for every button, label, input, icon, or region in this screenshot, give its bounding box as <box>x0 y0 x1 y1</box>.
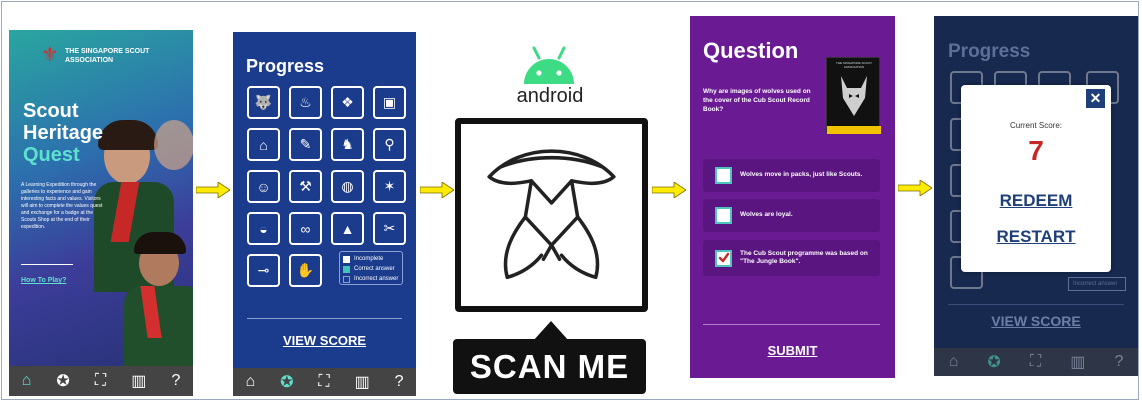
legend-incomplete: Incomplete <box>343 254 399 264</box>
arrow-right-icon <box>898 180 932 196</box>
badge-icon[interactable]: ✪ <box>56 371 69 391</box>
close-icon[interactable]: ✕ <box>1086 89 1105 108</box>
campfire-tile[interactable]: ♨ <box>289 86 322 119</box>
neckerchief-tile[interactable]: ✂ <box>373 212 406 245</box>
score-modal: ✕ Current Score: 7 REDEEM RESTART <box>961 85 1111 272</box>
submit-button[interactable]: SUBMIT <box>690 343 895 358</box>
help-icon[interactable]: ? <box>1114 353 1123 371</box>
home-icon[interactable]: ⌂ <box>949 353 959 371</box>
map-icon[interactable]: ▥ <box>131 371 146 391</box>
home-icon[interactable]: ⌂ <box>245 373 255 391</box>
score-value: 7 <box>1028 135 1044 166</box>
arrow-right-icon <box>420 182 454 198</box>
help-icon[interactable]: ? <box>171 372 180 390</box>
map-icon[interactable]: ▥ <box>355 372 370 392</box>
checkbox-option-3[interactable] <box>715 249 732 267</box>
bottom-nav: ⌂ ✪ ⛶ ▥ ? <box>934 348 1138 376</box>
legend: Incomplete Correct answer Incorrect answ… <box>339 251 403 285</box>
hand-tile[interactable]: ✋ <box>289 254 322 287</box>
animal-tile[interactable]: ♞ <box>331 128 364 161</box>
divider <box>703 324 880 325</box>
scout-logo-icon: ⚜ <box>41 44 59 66</box>
question-text: Why are images of wolves used on the cov… <box>703 88 811 113</box>
checkbox-option-2[interactable] <box>715 207 732 224</box>
legend-fragment: Incorrect answer <box>1068 277 1126 291</box>
whistle-tile[interactable]: ⊸ <box>247 254 280 287</box>
home-screen: ⚜ THE SINGAPORE SCOUT ASSOCIATION Scout … <box>9 30 193 396</box>
scan-icon[interactable]: ⛶ <box>95 372 106 390</box>
wolf-tile[interactable]: 🐺 <box>247 86 280 119</box>
bottom-nav: ⌂ ✪ ⛶ ▥ ? <box>9 366 193 396</box>
answer-option-3[interactable]: The Cub Scout programme was based on "Th… <box>703 240 880 276</box>
tent-tile[interactable]: ▲ <box>331 212 364 245</box>
legend-correct: Correct answer <box>343 264 399 274</box>
divider <box>21 264 73 265</box>
map-tile[interactable]: ✎ <box>289 128 322 161</box>
title-line-2: Heritage <box>23 122 104 144</box>
option-3-text: The Cub Scout programme was based on "Th… <box>740 249 868 265</box>
scan-me-button[interactable]: SCAN ME <box>453 339 646 394</box>
view-score-button[interactable]: VIEW SCORE <box>934 313 1138 329</box>
view-score-button[interactable]: VIEW SCORE <box>233 333 416 348</box>
checkmark-icon <box>718 252 729 263</box>
android-label: android <box>516 85 584 107</box>
map-icon[interactable]: ▥ <box>1070 352 1085 372</box>
progress-title: Progress <box>948 41 1031 62</box>
broom-tile[interactable]: ⚒ <box>289 170 322 203</box>
arrow-right-icon <box>196 182 230 198</box>
bottom-nav: ⌂ ✪ ⛶ ▥ ? <box>233 368 416 396</box>
android-robot-icon <box>524 46 574 84</box>
qr-frame <box>455 118 648 312</box>
checkbox-option-1[interactable] <box>715 167 732 184</box>
divider <box>948 304 1124 305</box>
fire-tile[interactable]: ✶ <box>373 170 406 203</box>
group-tile[interactable]: ☺ <box>247 170 280 203</box>
question-title: Question <box>703 38 799 63</box>
scarf-tile[interactable]: ❖ <box>331 86 364 119</box>
badge-icon[interactable]: ✪ <box>280 372 293 392</box>
progress-title: Progress <box>246 56 325 76</box>
arrow-right-icon <box>652 182 686 198</box>
scan-icon[interactable]: ⛶ <box>318 373 329 391</box>
legend-incorrect: Incorrect answer <box>343 274 399 284</box>
answer-option-1[interactable]: Wolves move in packs, just like Scouts. <box>703 159 880 192</box>
help-icon[interactable]: ? <box>395 373 404 391</box>
divider <box>247 318 402 319</box>
home-icon[interactable]: ⌂ <box>22 372 32 390</box>
org-name: THE SINGAPORE SCOUT ASSOCIATION <box>65 48 150 64</box>
home-description: A Learning Expedition through the galler… <box>21 182 103 230</box>
speech-pointer <box>533 321 569 341</box>
option-2-text: Wolves are loyal. <box>740 211 793 219</box>
globe-tile[interactable]: ◍ <box>331 170 364 203</box>
building-tile[interactable]: ⌂ <box>247 128 280 161</box>
badge-icon[interactable]: ✪ <box>987 352 1000 372</box>
scan-icon[interactable]: ⛶ <box>1030 353 1041 371</box>
progress-screen: Progress 🐺 ♨ ❖ ▣ ⌂ ✎ ♞ ⚲ ☺ ⚒ ◍ ✶ ◒ ∞ ▲ ✂… <box>233 32 416 396</box>
title-line-3: Quest <box>23 144 80 166</box>
book-cover-image: THE SINGAPORE SCOUT ASSOCIATION <box>826 57 881 134</box>
redeem-button[interactable]: REDEEM <box>961 191 1111 211</box>
binoculars-tile[interactable]: ∞ <box>289 212 322 245</box>
stamp-tile[interactable]: ▣ <box>373 86 406 119</box>
option-1-text: Wolves move in packs, just like Scouts. <box>740 171 863 179</box>
location-tile[interactable]: ⚲ <box>373 128 406 161</box>
hat-tile[interactable]: ◒ <box>247 212 280 245</box>
title-line-1: Scout <box>23 100 79 122</box>
score-label: Current Score: <box>1009 121 1063 130</box>
neckerchief-icon <box>487 149 616 280</box>
how-to-play-link[interactable]: How To Play? <box>21 277 66 284</box>
restart-button[interactable]: RESTART <box>961 227 1111 247</box>
scouts-photo <box>94 90 193 366</box>
answer-option-2[interactable]: Wolves are loyal. <box>703 199 880 232</box>
wolf-icon <box>827 76 881 134</box>
